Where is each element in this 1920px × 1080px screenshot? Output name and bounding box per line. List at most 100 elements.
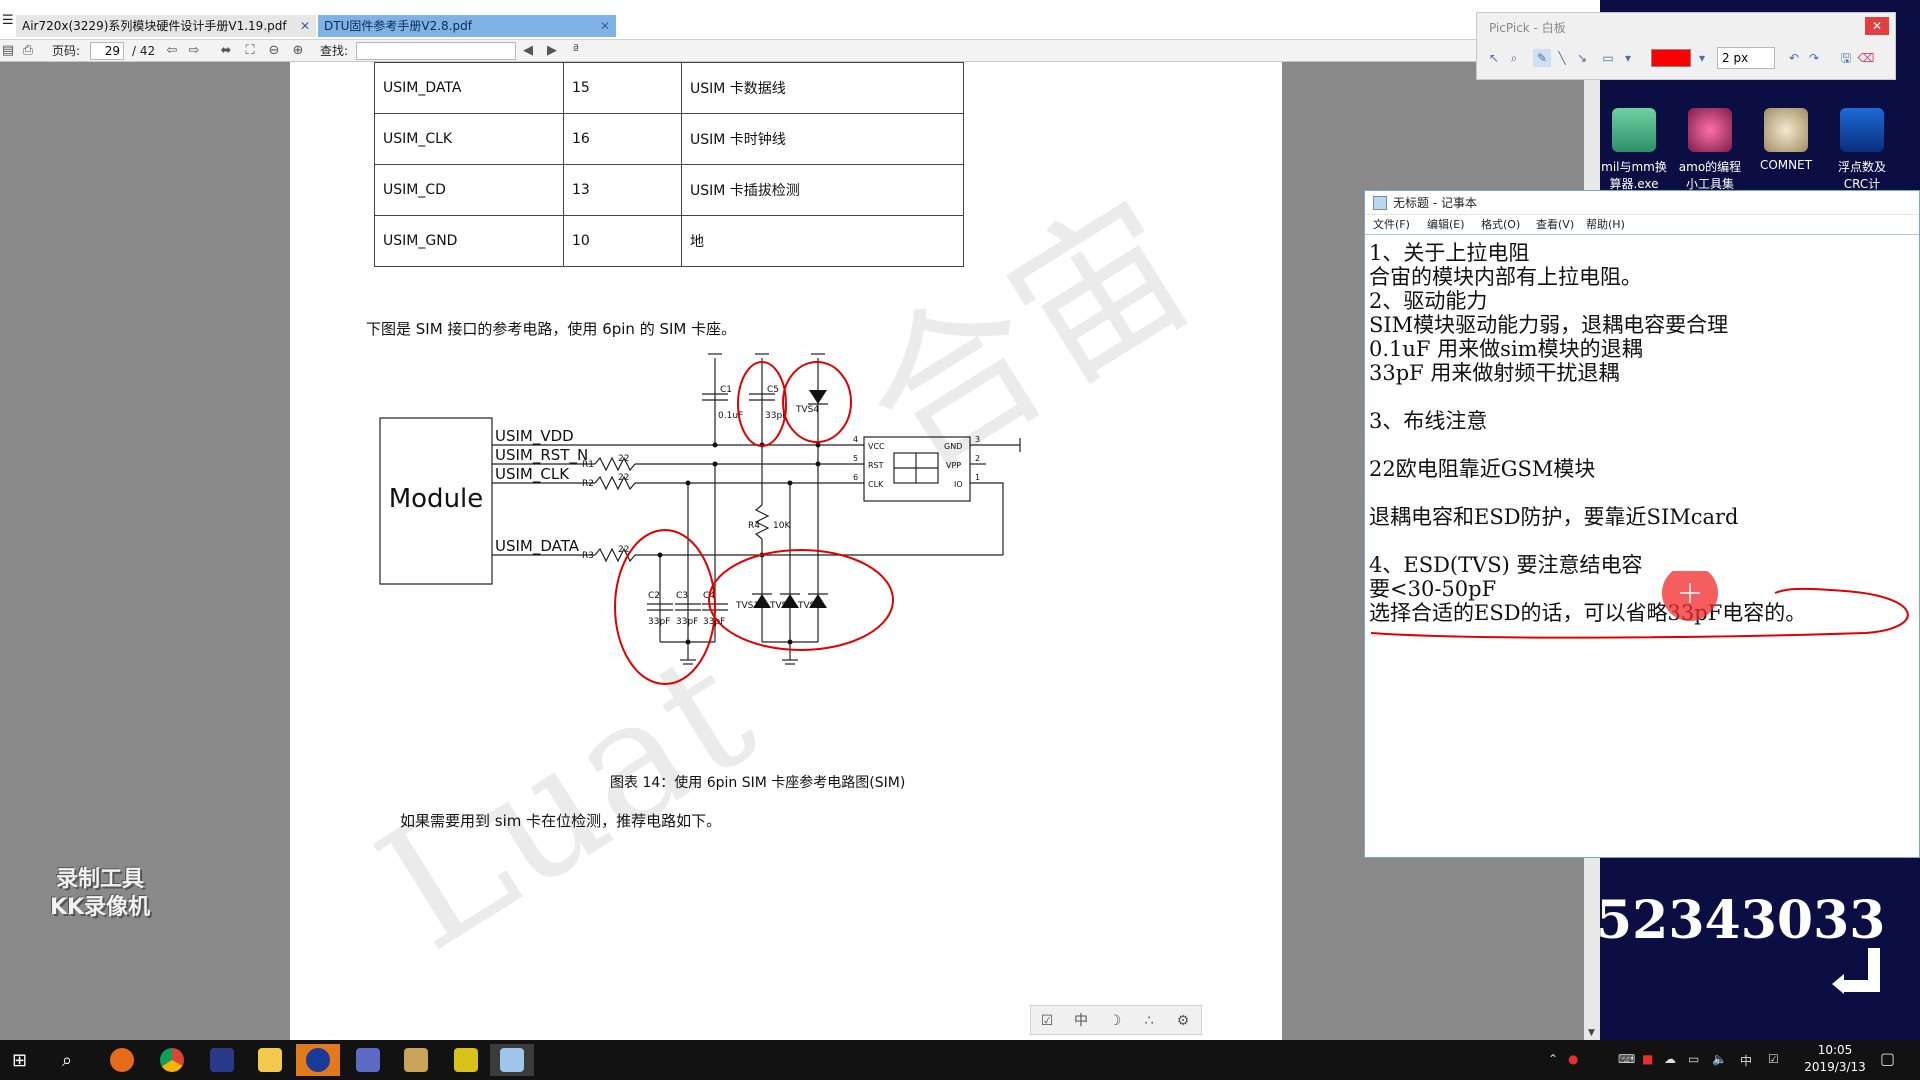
sim-pin-name: CLK xyxy=(868,480,884,489)
eraser-icon[interactable]: ⌫ xyxy=(1857,49,1875,67)
windows-start-icon[interactable]: ⊞ xyxy=(12,1050,27,1071)
desktop-icon-mil-mm[interactable]: mil与mm换算器.exe xyxy=(1600,108,1668,192)
chevron-down-icon[interactable]: ▾ xyxy=(1619,49,1637,67)
tab-label: DTU固件参考手册V2.8.pdf xyxy=(324,19,472,33)
scroll-down-icon[interactable]: ▼ xyxy=(1588,1028,1595,1038)
building-icon xyxy=(356,1048,380,1072)
ime-indicator[interactable]: 中 xyxy=(1740,1052,1752,1069)
recorder-watermark: 录制工具 KK录像机 xyxy=(34,866,166,922)
chevron-down-icon[interactable]: ▾ xyxy=(1693,49,1711,67)
taskbar-clock[interactable]: 10:05 2019/3/13 xyxy=(1800,1042,1870,1076)
close-button[interactable]: ✕ xyxy=(1865,17,1889,35)
tray-app-icon[interactable]: ■ xyxy=(1642,1052,1653,1066)
calculator-icon xyxy=(1612,108,1656,152)
fit-width-icon[interactable]: ⬌ xyxy=(218,43,234,59)
tray-expand-icon[interactable]: ⌃ xyxy=(1548,1052,1558,1066)
recorder-line: 录制工具 xyxy=(55,867,144,892)
zoom-out-icon[interactable]: ⊖ xyxy=(266,43,282,59)
table-row: USIM_DATA 15 USIM 卡数据线 xyxy=(374,62,964,114)
tab-bar: ☰ Air720x(3229)系列模块硬件设计手册V1.19.pdf ✕ DTU… xyxy=(0,0,1600,40)
moon-icon[interactable]: ☽ xyxy=(1105,1011,1125,1031)
sim-pin-name: IO xyxy=(954,480,963,489)
notification-icon[interactable]: ▢ xyxy=(1880,1049,1895,1068)
pen-icon[interactable]: ✎ xyxy=(1533,49,1551,67)
tab-air720x-manual[interactable]: Air720x(3229)系列模块硬件设计手册V1.19.pdf ✕ xyxy=(16,15,316,37)
taskbar-app-archive[interactable] xyxy=(394,1044,438,1076)
undo-icon[interactable]: ↶ xyxy=(1785,49,1803,67)
zoom-in-icon[interactable]: ⊕ xyxy=(290,43,306,59)
taskbar-app-chrome[interactable] xyxy=(150,1044,194,1076)
find-next-icon[interactable]: ▶ xyxy=(544,43,560,59)
desktop-icon-label: COMNET xyxy=(1759,158,1813,172)
line-icon[interactable]: ╲ xyxy=(1553,49,1571,67)
firefox-icon xyxy=(110,1048,134,1072)
page-total: / 42 xyxy=(132,44,156,58)
security-icon[interactable]: ☑ xyxy=(1768,1052,1779,1066)
desktop-icon-comnet[interactable]: COMNET xyxy=(1752,108,1820,172)
find-input[interactable] xyxy=(356,42,516,60)
taskbar-app-notepad[interactable] xyxy=(490,1044,534,1076)
next-page-icon[interactable]: ⇨ xyxy=(186,43,202,59)
pen-size-field[interactable]: 2 px xyxy=(1717,47,1775,69)
language-toggle[interactable]: 中 xyxy=(1071,1011,1091,1031)
table-row: USIM_CD 13 USIM 卡插拔检测 xyxy=(374,164,964,216)
tvs-ref: TVS2 xyxy=(769,601,793,611)
text-line: SIM模块驱动能力弱，退耦电容要合理 xyxy=(1369,313,1729,337)
menu-item-view[interactable]: 查看(V) xyxy=(1536,215,1574,235)
save-icon[interactable]: 🖫 xyxy=(1837,49,1855,67)
rectangle-icon[interactable]: ▭ xyxy=(1599,49,1617,67)
close-icon[interactable]: ✕ xyxy=(300,15,310,37)
window-title-bar: 无标题 - 记事本 xyxy=(1365,191,1919,215)
menu-item-help[interactable]: 帮助(H) xyxy=(1586,215,1625,235)
network-icon[interactable]: ▭ xyxy=(1688,1052,1699,1066)
cap-ref: C3 xyxy=(676,591,688,601)
dots-icon[interactable]: ∴ xyxy=(1139,1011,1159,1031)
volume-icon[interactable]: 🔈 xyxy=(1712,1052,1727,1066)
open-file-icon[interactable]: ▤ xyxy=(0,43,16,59)
resistor-value: 10K xyxy=(773,521,791,531)
taskbar-app-active[interactable] xyxy=(296,1044,340,1076)
taskbar-app-firefox[interactable] xyxy=(100,1044,144,1076)
text-line: 1、关于上拉电阻 xyxy=(1369,241,1530,265)
pointer-icon[interactable]: ↖ xyxy=(1485,49,1503,67)
enter-arrow-icon xyxy=(1832,948,1880,994)
redo-icon[interactable]: ↷ xyxy=(1805,49,1823,67)
notepad-icon xyxy=(500,1048,524,1072)
taskbar-app-explorer[interactable] xyxy=(248,1044,292,1076)
magnifier-icon[interactable]: ⌕ xyxy=(1505,49,1523,67)
find-options-icon[interactable]: ª xyxy=(568,43,584,59)
fit-page-icon[interactable]: ⛶ xyxy=(242,43,258,59)
hamburger-menu-icon[interactable]: ☰ xyxy=(2,14,16,28)
check-icon[interactable]: ☑ xyxy=(1037,1011,1057,1031)
search-icon[interactable]: ⌕ xyxy=(62,1050,72,1071)
arrow-line-icon[interactable]: ↘ xyxy=(1573,49,1591,67)
menu-item-edit[interactable]: 编辑(E) xyxy=(1427,215,1465,235)
pin-name: USIM_GND xyxy=(374,215,564,267)
tray-app-icon[interactable]: ● xyxy=(1568,1052,1578,1066)
taskbar-app-building[interactable] xyxy=(346,1044,390,1076)
menu-item-format[interactable]: 格式(O) xyxy=(1481,215,1520,235)
text-line: 2、驱动能力 xyxy=(1369,289,1488,313)
window-title: 无标题 - 记事本 xyxy=(1393,196,1477,210)
color-swatch[interactable] xyxy=(1651,49,1691,67)
keyboard-icon[interactable]: ⌨ xyxy=(1618,1052,1635,1066)
intro-paragraph: 下图是 SIM 接口的参考电路，使用 6pin 的 SIM 卡座。 xyxy=(366,320,737,338)
prev-page-icon[interactable]: ⇦ xyxy=(164,43,180,59)
sim-pin-name: VCC xyxy=(868,442,885,451)
menu-item-file[interactable]: 文件(F) xyxy=(1373,215,1410,235)
print-icon[interactable]: ⎙ xyxy=(20,43,36,59)
sim-pin-number: 2 xyxy=(975,454,980,463)
gear-icon[interactable]: ⚙ xyxy=(1173,1011,1193,1031)
close-icon[interactable]: ✕ xyxy=(600,15,610,37)
cloud-icon[interactable]: ☁ xyxy=(1664,1052,1676,1066)
tab-dtu-manual[interactable]: DTU固件参考手册V2.8.pdf ✕ xyxy=(318,15,616,37)
page-number-input[interactable] xyxy=(90,42,124,60)
sim-pin-number: 4 xyxy=(853,435,858,444)
taskbar-app-tool[interactable] xyxy=(200,1044,244,1076)
pin-number: 10 xyxy=(563,215,682,267)
notepad-text-area[interactable]: 1、关于上拉电阻 合宙的模块内部有上拉电阻。 2、驱动能力 SIM模块驱动能力弱… xyxy=(1369,241,1909,851)
desktop-icon-amo-tools[interactable]: amo的编程小工具集 xyxy=(1676,108,1744,192)
find-prev-icon[interactable]: ◀ xyxy=(520,43,536,59)
taskbar-app-terminal[interactable] xyxy=(444,1044,488,1076)
pdf-page: USIM_DATA 15 USIM 卡数据线 USIM_CLK 16 USIM … xyxy=(290,62,1282,1040)
